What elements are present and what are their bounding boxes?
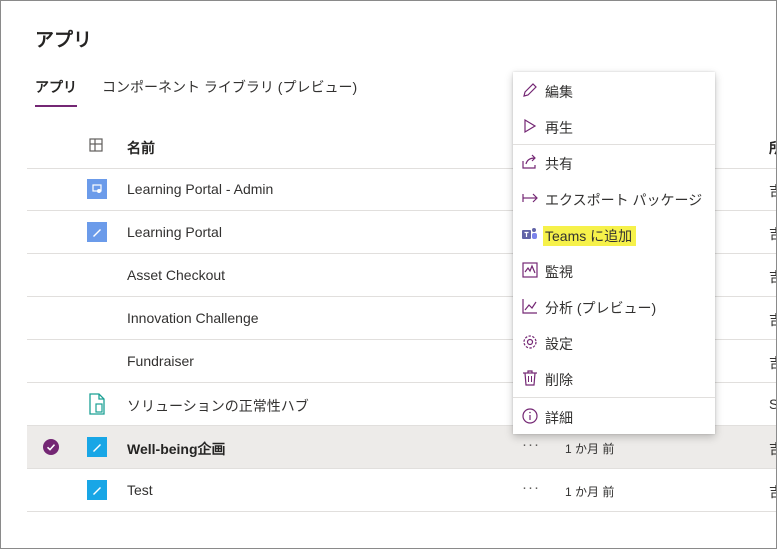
pencil-icon bbox=[521, 81, 539, 99]
export-arrow-icon bbox=[521, 189, 539, 207]
app-owner: 吉 bbox=[769, 310, 776, 330]
menu-item-details[interactable]: 詳細 bbox=[513, 398, 715, 434]
app-owner: S bbox=[769, 396, 776, 412]
modified-time: 1 か月 前 bbox=[565, 442, 615, 456]
pencil-app-icon bbox=[87, 480, 107, 500]
menu-item-label: Teams に追加 bbox=[543, 226, 637, 246]
app-owner: 吉 bbox=[769, 482, 776, 502]
canvas-app-icon bbox=[87, 179, 107, 199]
app-window: アプリ アプリ コンポーネント ライブラリ (プレビュー) 名前 所 Learn… bbox=[0, 0, 777, 549]
tab-component-libraries[interactable]: コンポーネント ライブラリ (プレビュー) bbox=[102, 77, 357, 97]
menu-item-label: 監視 bbox=[545, 264, 573, 280]
more-commands-button[interactable]: ··· bbox=[522, 436, 540, 453]
monitor-icon bbox=[521, 261, 539, 279]
menu-item-label: 設定 bbox=[545, 336, 573, 352]
app-name[interactable]: Innovation Challenge bbox=[127, 310, 259, 326]
app-owner: 吉 bbox=[769, 224, 776, 244]
pencil-app-icon bbox=[87, 222, 107, 242]
menu-item-label: 削除 bbox=[545, 372, 573, 388]
active-tab-indicator bbox=[35, 105, 77, 107]
menu-item-delete[interactable]: 削除 bbox=[513, 360, 715, 396]
column-header-name[interactable]: 名前 bbox=[127, 138, 155, 158]
app-name[interactable]: Fundraiser bbox=[127, 353, 194, 369]
menu-item-analytics[interactable]: 分析 (プレビュー) bbox=[513, 288, 715, 324]
analytics-icon bbox=[521, 297, 539, 315]
share-icon bbox=[521, 153, 539, 171]
table-row[interactable]: Test ··· 1 か月 前 吉 bbox=[27, 469, 776, 512]
menu-item-share[interactable]: 共有 bbox=[513, 144, 715, 180]
row-selected-check-icon[interactable] bbox=[43, 439, 59, 455]
app-owner: 吉 bbox=[769, 439, 776, 459]
column-type-icon[interactable] bbox=[89, 138, 103, 157]
menu-item-label: 分析 (プレビュー) bbox=[545, 300, 657, 316]
app-name[interactable]: Learning Portal - Admin bbox=[127, 181, 273, 197]
info-icon bbox=[521, 407, 539, 425]
menu-item-label: 詳細 bbox=[545, 410, 573, 426]
app-name[interactable]: Test bbox=[127, 482, 153, 498]
pencil-app-icon bbox=[87, 437, 107, 457]
menu-item-edit[interactable]: 編集 bbox=[513, 72, 715, 108]
menu-item-settings[interactable]: 設定 bbox=[513, 324, 715, 360]
app-name[interactable]: Asset Checkout bbox=[127, 267, 225, 283]
document-app-icon bbox=[87, 393, 107, 420]
app-name[interactable]: Well-being企画 bbox=[127, 439, 226, 459]
menu-item-add-to-teams[interactable]: Teams に追加 bbox=[513, 216, 715, 252]
app-owner: 吉 bbox=[769, 181, 776, 201]
menu-item-monitor[interactable]: 監視 bbox=[513, 252, 715, 288]
app-name[interactable]: ソリューションの正常性ハブ bbox=[127, 396, 309, 416]
modified-time: 1 か月 前 bbox=[565, 485, 615, 499]
teams-icon bbox=[521, 225, 539, 243]
menu-item-label: エクスポート パッケージ bbox=[545, 192, 703, 208]
play-icon bbox=[521, 117, 539, 135]
menu-item-label: 編集 bbox=[545, 84, 573, 100]
gear-icon bbox=[521, 333, 539, 351]
app-owner: 吉 bbox=[769, 267, 776, 287]
tab-apps[interactable]: アプリ bbox=[35, 77, 77, 97]
menu-item-play[interactable]: 再生 bbox=[513, 108, 715, 144]
app-context-menu: 編集 再生 共有 エクスポート パッケージ Teams に追加 監視 分析 (プ… bbox=[513, 72, 715, 434]
trash-icon bbox=[521, 369, 539, 387]
app-name[interactable]: Learning Portal bbox=[127, 224, 222, 240]
menu-item-label: 再生 bbox=[545, 120, 573, 136]
more-commands-button[interactable]: ··· bbox=[522, 479, 540, 496]
menu-item-export-package[interactable]: エクスポート パッケージ bbox=[513, 180, 715, 216]
menu-item-label: 共有 bbox=[545, 156, 573, 172]
page-title: アプリ bbox=[35, 30, 93, 51]
column-header-owner[interactable]: 所 bbox=[769, 138, 776, 158]
app-owner: 吉 bbox=[769, 353, 776, 373]
